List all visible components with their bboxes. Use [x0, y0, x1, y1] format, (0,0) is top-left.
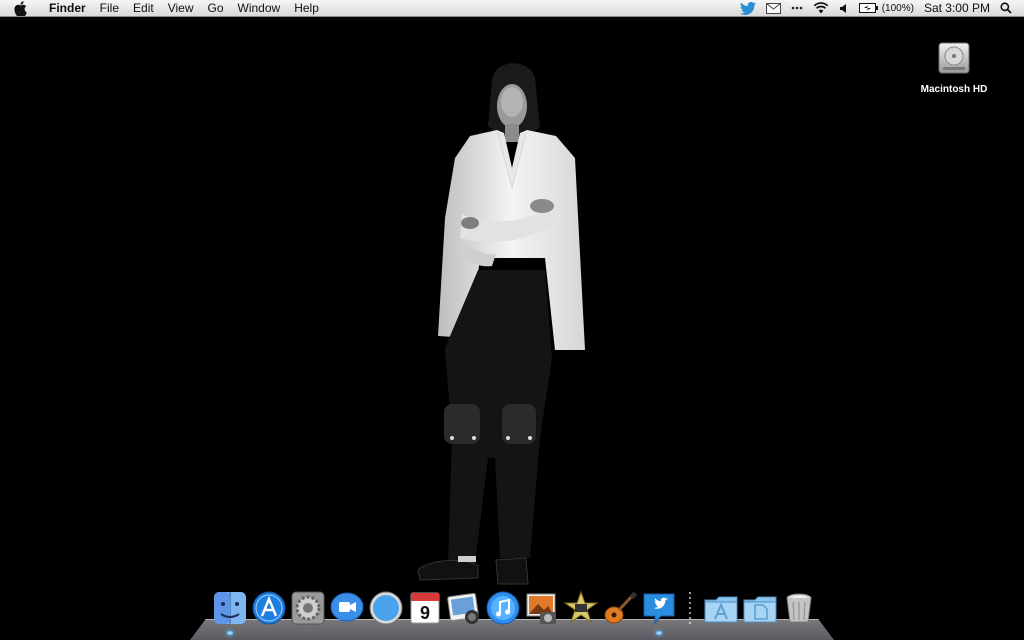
menu-window[interactable]: Window: [231, 0, 288, 17]
dock-itunes[interactable]: [485, 590, 521, 626]
dock: 9: [190, 588, 834, 640]
facetime-icon: [330, 592, 364, 622]
menu-bar: Finder File Edit View Go Window Help (10…: [0, 0, 1024, 17]
dock-system-preferences[interactable]: [290, 590, 326, 626]
dock-finder[interactable]: [212, 590, 248, 635]
documents-folder-icon: [743, 596, 777, 623]
desktop: Macintosh HD: [0, 18, 1024, 640]
ical-icon: 9: [410, 592, 440, 624]
finder-icon: [214, 592, 246, 624]
spotlight-search-icon[interactable]: [1000, 0, 1012, 16]
app-store-icon: [252, 591, 286, 625]
photo-booth-icon: [526, 593, 556, 624]
bluetooth-dots-icon[interactable]: [791, 0, 803, 16]
wifi-icon[interactable]: [813, 0, 829, 16]
dock-photo-booth[interactable]: [524, 590, 560, 626]
dock-facetime[interactable]: [329, 590, 365, 626]
dock-safari[interactable]: [368, 590, 404, 626]
battery-percent: (100%): [881, 2, 914, 14]
menu-file[interactable]: File: [93, 0, 126, 17]
menu-finder[interactable]: Finder: [42, 0, 93, 17]
garageband-icon: [604, 591, 638, 624]
ical-date: 9: [420, 603, 430, 623]
safari-icon: [369, 591, 403, 625]
dock-ical[interactable]: 9: [407, 590, 443, 626]
running-indicator: [227, 631, 233, 635]
twitter-menu-icon[interactable]: [739, 0, 756, 16]
imovie-icon: [563, 590, 599, 624]
itunes-icon: [486, 591, 520, 625]
mail-menu-icon[interactable]: [765, 0, 781, 16]
dock-trash[interactable]: [781, 590, 817, 626]
dock-garageband[interactable]: [602, 590, 638, 626]
dock-documents-stack[interactable]: [742, 590, 778, 626]
menu-edit[interactable]: Edit: [126, 0, 161, 17]
twitter-icon: [643, 593, 675, 625]
menu-view[interactable]: View: [161, 0, 201, 17]
dock-iphoto[interactable]: [446, 590, 482, 626]
dock-app-store[interactable]: [251, 590, 287, 626]
running-indicator: [656, 631, 662, 635]
applications-folder-icon: [704, 596, 738, 623]
macintosh-hd-label: Macintosh HD: [920, 84, 988, 95]
macintosh-hd[interactable]: Macintosh HD: [914, 40, 994, 95]
volume-icon[interactable]: [839, 0, 849, 16]
trash-icon: [786, 593, 812, 623]
clock[interactable]: Sat 3:00 PM: [924, 0, 990, 16]
apple-icon[interactable]: [14, 0, 30, 16]
battery-icon[interactable]: [858, 0, 879, 16]
hard-drive-icon: [934, 40, 974, 76]
iphoto-address-icon: [447, 592, 479, 624]
menu-help[interactable]: Help: [287, 0, 326, 17]
dock-applications-stack[interactable]: [703, 590, 739, 626]
dock-imovie[interactable]: [563, 590, 599, 626]
menu-go[interactable]: Go: [201, 0, 231, 17]
system-preferences-icon: [291, 591, 325, 625]
dock-separator: [686, 592, 694, 626]
dock-twitter[interactable]: [641, 590, 677, 635]
wallpaper-figure: [417, 63, 585, 585]
